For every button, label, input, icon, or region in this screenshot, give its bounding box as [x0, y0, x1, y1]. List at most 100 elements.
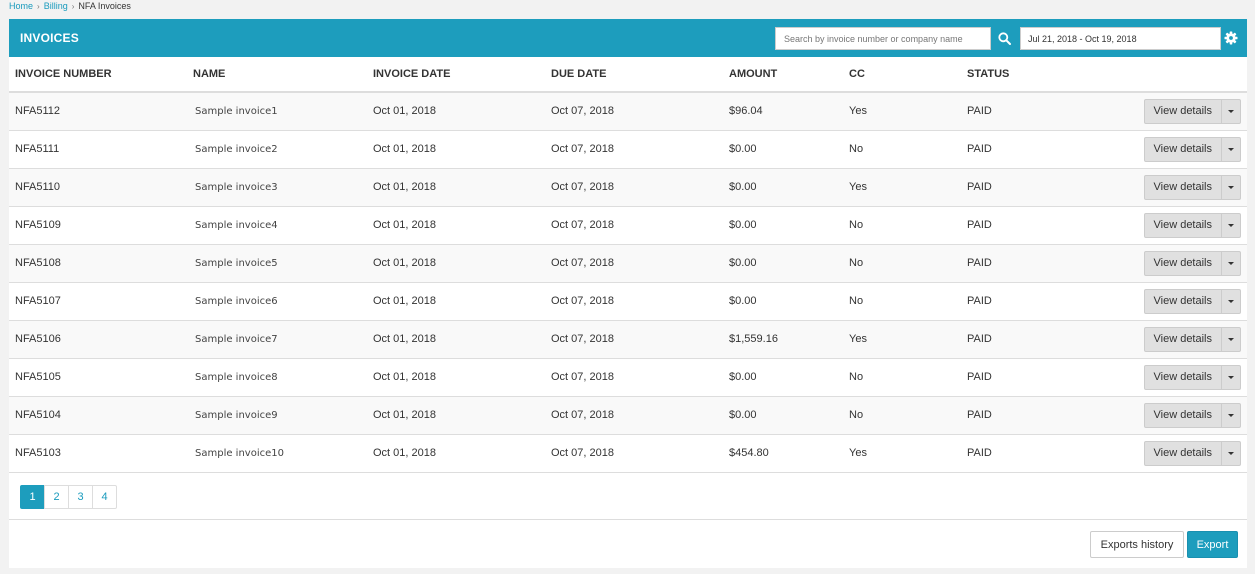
invoice-name-cell: Sample invoice3: [187, 168, 367, 207]
view-details-button[interactable]: View details: [1143, 212, 1222, 238]
view-details-dropdown-toggle[interactable]: [1222, 326, 1241, 352]
view-details-dropdown-toggle[interactable]: [1222, 440, 1241, 466]
cc-cell: No: [843, 206, 961, 245]
breadcrumb-home-link[interactable]: Home: [9, 1, 33, 11]
caret-down-icon: [1228, 451, 1234, 455]
invoice-name-cell: Sample invoice5: [187, 244, 367, 283]
column-header-name[interactable]: NAME: [187, 57, 367, 93]
table-row: NFA5104 Sample invoice9 Oct 01, 2018 Oct 07…: [9, 396, 1247, 435]
cc-cell: No: [843, 396, 961, 435]
invoice-number-cell: NFA5109: [9, 206, 187, 245]
due-date-cell: Oct 07, 2018: [545, 282, 723, 321]
status-cell: PAID: [961, 206, 1071, 245]
view-details-button[interactable]: View details: [1143, 136, 1222, 162]
page-link-4[interactable]: 4: [92, 485, 117, 509]
search-input[interactable]: [775, 27, 991, 50]
view-details-button-group: View details: [1143, 136, 1241, 162]
exports-history-button[interactable]: Exports history: [1090, 531, 1184, 558]
view-details-dropdown-toggle[interactable]: [1222, 98, 1241, 124]
invoices-panel: INVOICES Search by invoice number or com…: [9, 19, 1247, 568]
status-cell: PAID: [961, 282, 1071, 321]
invoice-date-cell: Oct 01, 2018: [367, 282, 545, 321]
search-button[interactable]: [992, 27, 1016, 50]
status-cell: PAID: [961, 320, 1071, 359]
footer-divider: [9, 519, 1247, 520]
view-details-button[interactable]: View details: [1143, 402, 1222, 428]
view-details-dropdown-toggle[interactable]: [1222, 364, 1241, 390]
status-cell: PAID: [961, 168, 1071, 207]
amount-cell: $0.00: [723, 358, 843, 397]
view-details-dropdown-toggle[interactable]: [1222, 212, 1241, 238]
invoice-number-cell: NFA5106: [9, 320, 187, 359]
cc-cell: Yes: [843, 434, 961, 473]
invoice-number-cell: NFA5107: [9, 282, 187, 321]
view-details-button[interactable]: View details: [1143, 326, 1222, 352]
page-link-3[interactable]: 3: [68, 485, 93, 509]
actions-cell: View details: [1071, 244, 1247, 283]
view-details-button-group: View details: [1143, 402, 1241, 428]
view-details-dropdown-toggle[interactable]: [1222, 174, 1241, 200]
date-range-input[interactable]: [1020, 27, 1221, 50]
view-details-button-group: View details: [1143, 364, 1241, 390]
gear-icon: [1224, 31, 1238, 45]
column-header-invoice-date[interactable]: INVOICE DATE: [367, 57, 545, 93]
table-row: NFA5106 Sample invoice7 Oct 01, 2018 Oct 07…: [9, 320, 1247, 359]
invoice-number-cell: NFA5110: [9, 168, 187, 207]
actions-cell: View details: [1071, 282, 1247, 321]
cc-cell: No: [843, 244, 961, 283]
invoice-name-cell: Sample invoice10: [187, 434, 367, 473]
column-header-invoice-number[interactable]: INVOICE NUMBER: [9, 57, 187, 93]
view-details-dropdown-toggle[interactable]: [1222, 136, 1241, 162]
view-details-button[interactable]: View details: [1143, 440, 1222, 466]
column-header-amount[interactable]: AMOUNT: [723, 57, 843, 93]
view-details-button-group: View details: [1143, 98, 1241, 124]
view-details-button[interactable]: View details: [1143, 250, 1222, 276]
due-date-cell: Oct 07, 2018: [545, 434, 723, 473]
invoice-date-cell: Oct 01, 2018: [367, 206, 545, 245]
amount-cell: $0.00: [723, 282, 843, 321]
column-header-due-date[interactable]: DUE DATE: [545, 57, 723, 93]
view-details-button[interactable]: View details: [1143, 288, 1222, 314]
invoice-name-cell: Sample invoice8: [187, 358, 367, 397]
view-details-button-group: View details: [1143, 174, 1241, 200]
amount-cell: $1,559.16: [723, 320, 843, 359]
view-details-dropdown-toggle[interactable]: [1222, 250, 1241, 276]
invoice-date-cell: Oct 01, 2018: [367, 434, 545, 473]
breadcrumb-billing-link[interactable]: Billing: [44, 1, 68, 11]
page-link-1[interactable]: 1: [20, 485, 45, 509]
view-details-button[interactable]: View details: [1143, 364, 1222, 390]
due-date-cell: Oct 07, 2018: [545, 168, 723, 207]
table-row: NFA5107 Sample invoice6 Oct 01, 2018 Oct 07…: [9, 282, 1247, 321]
actions-cell: View details: [1071, 168, 1247, 207]
invoice-date-cell: Oct 01, 2018: [367, 130, 545, 169]
view-details-button[interactable]: View details: [1143, 174, 1222, 200]
amount-cell: $0.00: [723, 206, 843, 245]
amount-cell: $96.04: [723, 92, 843, 131]
status-cell: PAID: [961, 358, 1071, 397]
view-details-button-group: View details: [1143, 212, 1241, 238]
page-link-2[interactable]: 2: [44, 485, 69, 509]
table-row: NFA5111 Sample invoice2 Oct 01, 2018 Oct 07…: [9, 130, 1247, 169]
due-date-cell: Oct 07, 2018: [545, 320, 723, 359]
column-header-status[interactable]: STATUS: [961, 57, 1071, 93]
view-details-dropdown-toggle[interactable]: [1222, 402, 1241, 428]
invoices-table: INVOICE NUMBER NAME INVOICE DATE DUE DAT…: [9, 57, 1247, 473]
caret-down-icon: [1228, 223, 1234, 227]
table-row: NFA5105 Sample invoice8 Oct 01, 2018 Oct 07…: [9, 358, 1247, 397]
invoice-date-cell: Oct 01, 2018: [367, 92, 545, 131]
cc-cell: Yes: [843, 92, 961, 131]
actions-cell: View details: [1071, 130, 1247, 169]
caret-down-icon: [1228, 413, 1234, 417]
view-details-button[interactable]: View details: [1143, 98, 1222, 124]
invoice-number-cell: NFA5104: [9, 396, 187, 435]
column-header-cc[interactable]: CC: [843, 57, 961, 93]
settings-button[interactable]: [1223, 30, 1239, 46]
cc-cell: No: [843, 358, 961, 397]
due-date-cell: Oct 07, 2018: [545, 92, 723, 131]
caret-down-icon: [1228, 261, 1234, 265]
export-button[interactable]: Export: [1187, 531, 1238, 558]
status-cell: PAID: [961, 130, 1071, 169]
view-details-dropdown-toggle[interactable]: [1222, 288, 1241, 314]
status-cell: PAID: [961, 434, 1071, 473]
table-row: NFA5109 Sample invoice4 Oct 01, 2018 Oct 07…: [9, 206, 1247, 245]
